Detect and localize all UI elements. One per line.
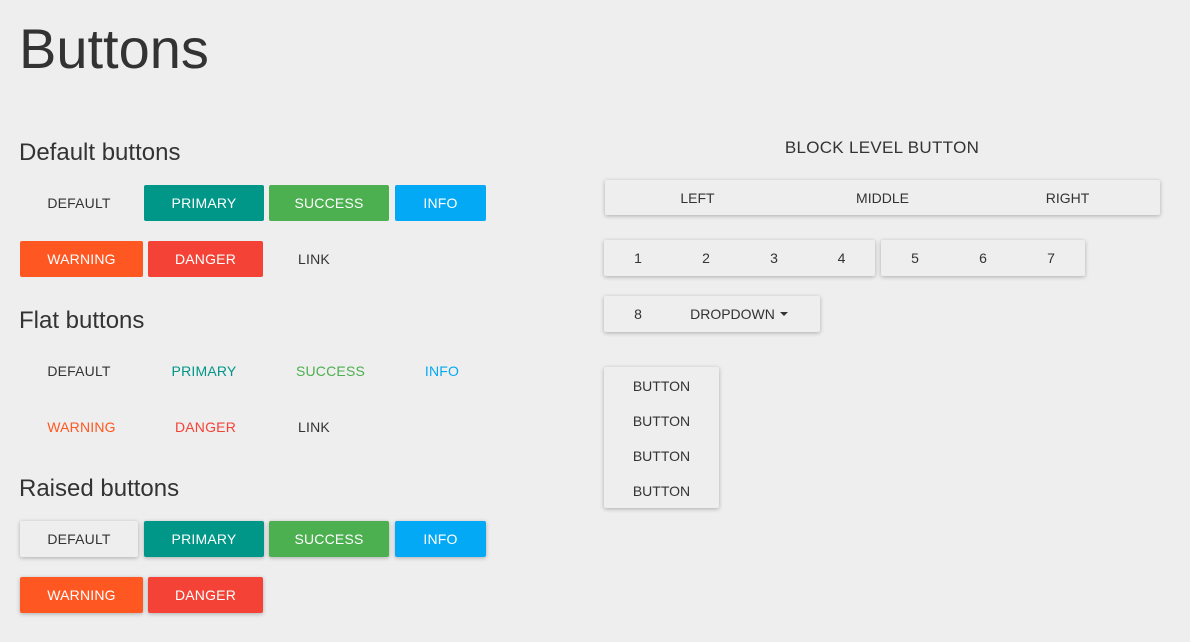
block-level-button-group: LEFT MIDDLE RIGHT — [605, 180, 1160, 215]
raised-danger-button[interactable]: DANGER — [148, 577, 263, 613]
number-button-4[interactable]: 4 — [808, 240, 875, 276]
dropdown-label: DROPDOWN — [690, 306, 775, 322]
middle-button[interactable]: MIDDLE — [790, 180, 975, 215]
vertical-button-group: BUTTON BUTTON BUTTON BUTTON — [604, 367, 719, 508]
flat-danger-button[interactable]: DANGER — [148, 409, 263, 445]
default-button[interactable]: DEFAULT — [20, 185, 138, 221]
vertical-button-1[interactable]: BUTTON — [604, 368, 719, 403]
dropdown-button-group: 8 DROPDOWN — [604, 296, 820, 332]
number-button-group-a: 1 2 3 4 — [604, 240, 875, 276]
number-button-8[interactable]: 8 — [604, 296, 672, 332]
number-button-7[interactable]: 7 — [1017, 240, 1085, 276]
vertical-button-3[interactable]: BUTTON — [604, 438, 719, 473]
number-button-6[interactable]: 6 — [949, 240, 1017, 276]
left-button[interactable]: LEFT — [605, 180, 790, 215]
raised-success-button[interactable]: SUCCESS — [269, 521, 389, 557]
number-button-3[interactable]: 3 — [740, 240, 808, 276]
vertical-button-2[interactable]: BUTTON — [604, 403, 719, 438]
flat-link-button[interactable]: LINK — [269, 409, 359, 445]
primary-button[interactable]: PRIMARY — [144, 185, 264, 221]
dropdown-button[interactable]: DROPDOWN — [672, 296, 820, 332]
flat-warning-button[interactable]: WARNING — [20, 409, 143, 445]
page-title: Buttons — [19, 17, 209, 80]
flat-buttons-title: Flat buttons — [19, 307, 145, 334]
caret-down-icon — [779, 312, 788, 316]
danger-button[interactable]: DANGER — [148, 241, 263, 277]
raised-buttons-title: Raised buttons — [19, 475, 180, 502]
number-button-2[interactable]: 2 — [672, 240, 740, 276]
right-button[interactable]: RIGHT — [975, 180, 1160, 215]
info-button[interactable]: INFO — [395, 185, 486, 221]
number-button-group-b: 5 6 7 — [881, 240, 1085, 276]
default-buttons-title: Default buttons — [19, 139, 181, 166]
raised-warning-button[interactable]: WARNING — [20, 577, 143, 613]
link-button[interactable]: LINK — [269, 241, 359, 277]
success-button[interactable]: SUCCESS — [269, 185, 389, 221]
flat-default-button[interactable]: DEFAULT — [20, 353, 138, 389]
vertical-button-4[interactable]: BUTTON — [604, 473, 719, 508]
flat-info-button[interactable]: INFO — [397, 353, 487, 389]
warning-button[interactable]: WARNING — [20, 241, 143, 277]
flat-success-button[interactable]: SUCCESS — [269, 353, 392, 389]
number-button-1[interactable]: 1 — [604, 240, 672, 276]
raised-info-button[interactable]: INFO — [395, 521, 486, 557]
raised-default-button[interactable]: DEFAULT — [20, 521, 138, 557]
number-button-5[interactable]: 5 — [881, 240, 949, 276]
raised-primary-button[interactable]: PRIMARY — [144, 521, 264, 557]
block-level-title: BLOCK LEVEL BUTTON — [784, 138, 980, 157]
flat-primary-button[interactable]: PRIMARY — [144, 353, 264, 389]
